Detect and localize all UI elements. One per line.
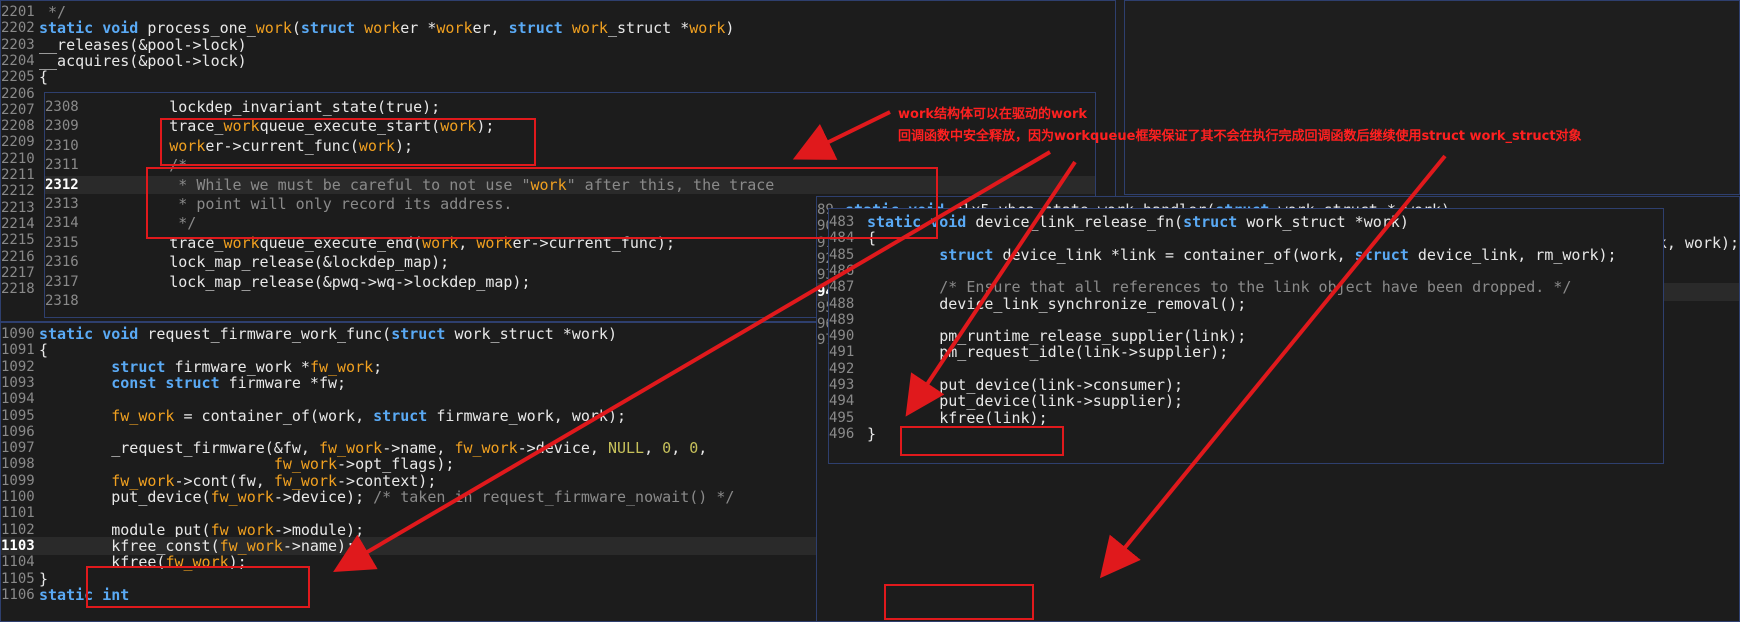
arrow-to-comment	[792, 110, 891, 160]
arrow-to-kfree-work	[1099, 154, 1447, 579]
arrow-to-kfree-link	[905, 160, 1077, 417]
annotation-arrows	[333, 110, 1447, 579]
